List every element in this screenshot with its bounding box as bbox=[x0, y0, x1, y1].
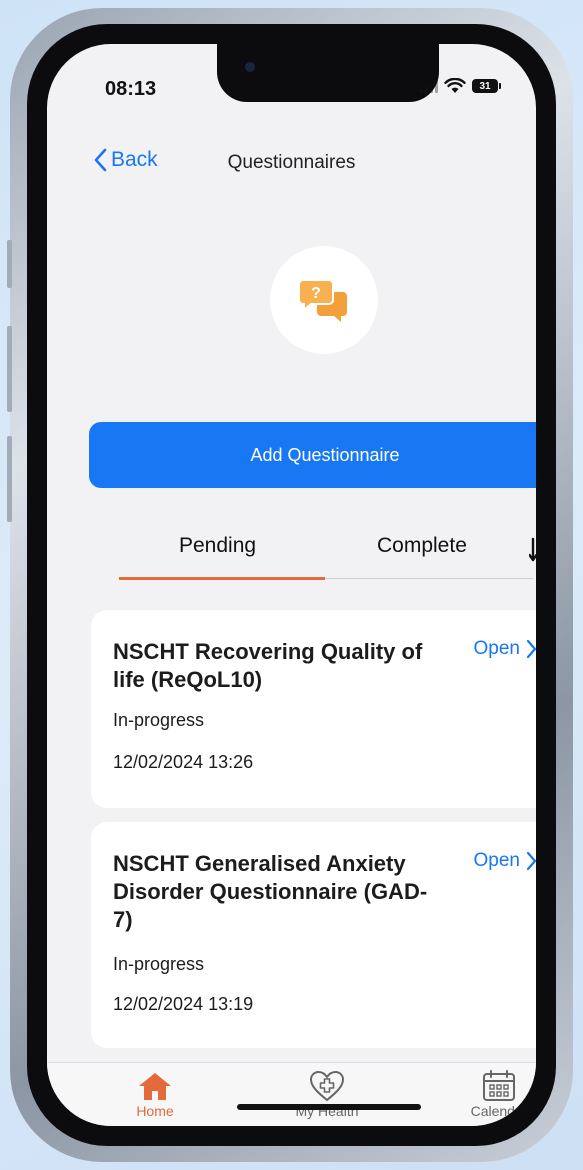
open-label: Open bbox=[473, 850, 520, 871]
phone-frame: 08:13 31 Back Questionnaires ? Add Quest… bbox=[7, 8, 573, 1162]
questionnaire-status: In-progress bbox=[113, 954, 205, 974]
screen: 08:13 31 Back Questionnaires ? Add Quest… bbox=[47, 44, 536, 1126]
chevron-right-icon bbox=[526, 639, 536, 659]
questionnaire-hero: ? bbox=[270, 246, 378, 354]
home-indicator[interactable] bbox=[237, 1104, 421, 1110]
questionnaire-status: In-progress bbox=[113, 710, 205, 730]
open-button[interactable]: Open bbox=[474, 850, 536, 872]
heart-plus-icon bbox=[309, 1070, 345, 1102]
volume-down-button bbox=[7, 436, 12, 522]
phone-bezel: 08:13 31 Back Questionnaires ? Add Quest… bbox=[27, 24, 556, 1146]
front-camera bbox=[245, 62, 255, 72]
cellular-signal-icon bbox=[420, 79, 438, 93]
tab-calendar-label: Calendar bbox=[470, 1103, 528, 1119]
bottom-tab-bar: Home My Health Calendar bbox=[47, 1062, 536, 1126]
tab-home-label: Home bbox=[136, 1103, 174, 1119]
page-title: Questionnaires bbox=[227, 152, 356, 173]
questionnaire-title: NSCHT Generalised Anxiety Disorder Quest… bbox=[113, 851, 428, 932]
tab-calendar[interactable]: Calendar bbox=[449, 1069, 536, 1119]
chevron-right-icon bbox=[526, 851, 536, 871]
tab-my-health[interactable]: My Health bbox=[277, 1069, 377, 1119]
open-button[interactable]: Open bbox=[474, 638, 536, 660]
home-icon bbox=[139, 1073, 171, 1100]
tab-pending[interactable]: Pending bbox=[179, 534, 256, 558]
sort-icon[interactable] bbox=[529, 536, 536, 564]
volume-up-button bbox=[7, 326, 12, 412]
tab-complete[interactable]: Complete bbox=[377, 534, 467, 558]
wifi-icon bbox=[444, 78, 466, 93]
calendar-icon bbox=[483, 1070, 515, 1101]
questionnaire-card[interactable]: NSCHT Generalised Anxiety Disorder Quest… bbox=[91, 822, 536, 1048]
add-questionnaire-button[interactable]: Add Questionnaire bbox=[89, 422, 536, 488]
questionnaire-date: 12/02/2024 13:19 bbox=[113, 994, 254, 1014]
chat-question-icon: ? bbox=[299, 279, 347, 322]
questionnaire-card[interactable]: NSCHT Recovering Quality of life (ReQoL1… bbox=[91, 610, 536, 808]
mute-switch bbox=[7, 240, 12, 288]
active-tab-indicator bbox=[119, 577, 325, 580]
open-label: Open bbox=[473, 638, 520, 659]
svg-text:?: ? bbox=[311, 285, 321, 302]
tab-home[interactable]: Home bbox=[105, 1069, 205, 1119]
status-time: 08:13 bbox=[105, 78, 157, 100]
notch bbox=[217, 44, 439, 102]
battery-icon: 31 bbox=[472, 79, 501, 93]
status-icons: 31 bbox=[420, 78, 501, 94]
questionnaire-tabs: Pending Complete bbox=[119, 530, 533, 580]
questionnaire-date: 12/02/2024 13:26 bbox=[113, 752, 254, 772]
questionnaire-title: NSCHT Recovering Quality of life (ReQoL1… bbox=[113, 639, 423, 692]
